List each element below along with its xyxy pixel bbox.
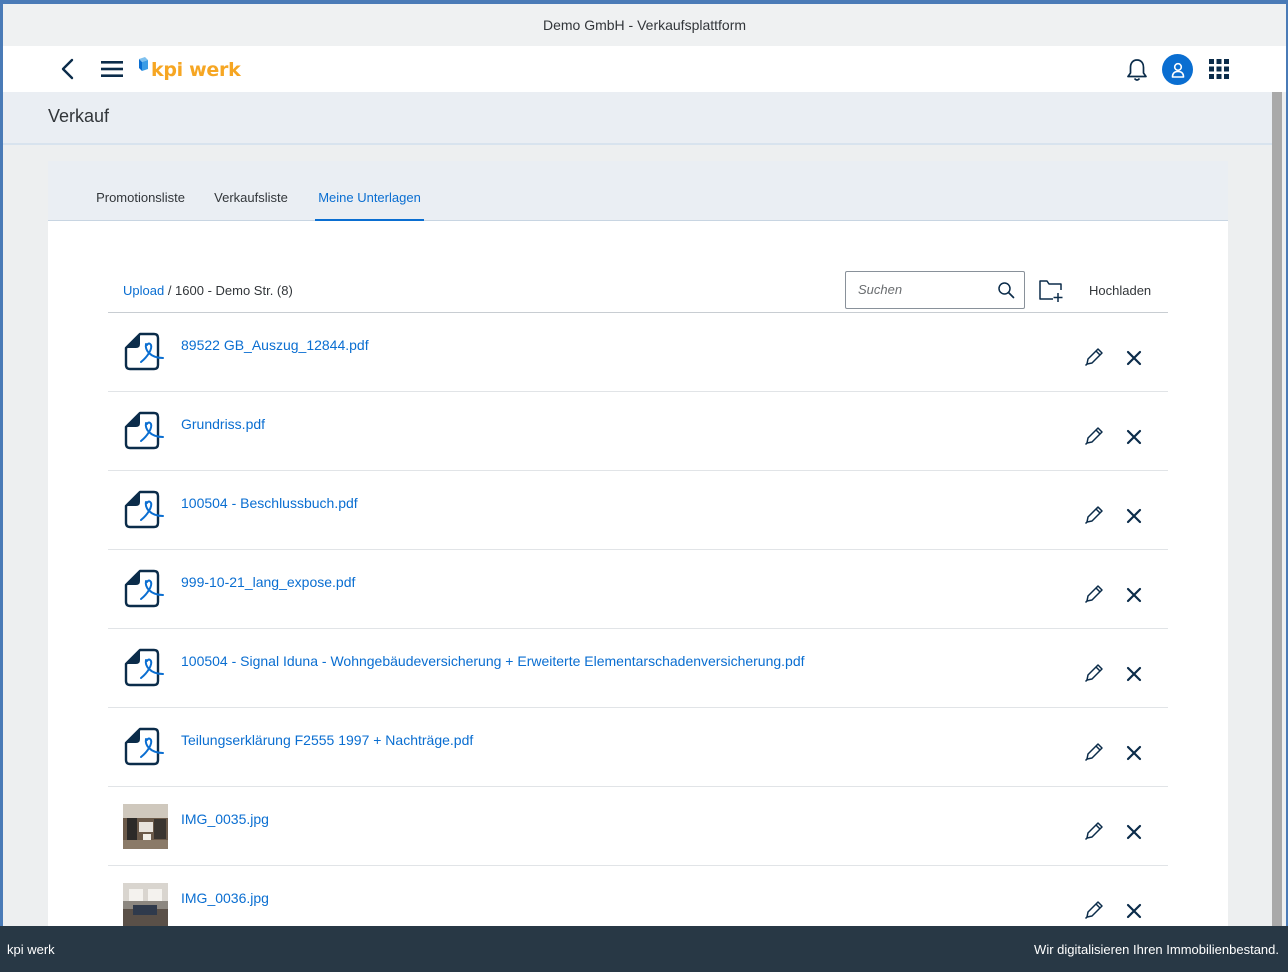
pencil-icon [1084,585,1103,604]
pencil-icon [1084,901,1103,920]
close-icon [1126,587,1142,603]
bell-icon [1127,59,1147,81]
new-folder-button[interactable] [1038,277,1064,303]
pdf-file-icon [123,485,169,531]
close-icon [1126,903,1142,919]
back-button[interactable] [55,56,81,82]
delete-button[interactable] [1124,585,1144,605]
window-titlebar: Demo GmbH - Verkaufsplattform [3,4,1286,46]
tab-verkaufsliste[interactable]: Verkaufsliste [210,161,292,221]
edit-button[interactable] [1083,346,1105,368]
close-icon [1126,745,1142,761]
footer-left-text: kpi werk [7,942,55,957]
search-field[interactable] [845,271,1025,309]
file-row[interactable]: IMG_0035.jpg [108,787,1168,866]
pencil-icon [1084,506,1103,525]
shell-bar: kpi werk [3,46,1286,92]
hamburger-icon [101,61,123,77]
file-row[interactable]: 999-10-21_lang_expose.pdf [108,550,1168,629]
app-grid-icon [1209,59,1229,79]
tab-meine-unterlagen[interactable]: Meine Unterlagen [315,161,424,221]
pencil-icon [1084,743,1103,762]
window-title: Demo GmbH - Verkaufsplattform [542,17,747,33]
window-frame-left [0,0,3,972]
file-name-link[interactable]: IMG_0035.jpg [181,811,269,827]
close-icon [1126,824,1142,840]
delete-button[interactable] [1124,664,1144,684]
page-title: Verkauf [48,106,110,126]
menu-button[interactable] [100,58,124,80]
edit-button[interactable] [1083,820,1105,842]
delete-button[interactable] [1124,743,1144,763]
delete-button[interactable] [1124,506,1144,526]
file-name-link[interactable]: Grundriss.pdf [181,416,265,432]
footer-right-text: Wir digitalisieren Ihren Immobilienbesta… [1034,942,1279,957]
delete-button[interactable] [1124,427,1144,447]
pencil-icon [1084,822,1103,841]
file-name-link[interactable]: IMG_0036.jpg [181,890,269,906]
user-icon [1171,62,1184,78]
delete-button[interactable] [1124,822,1144,842]
close-icon [1126,508,1142,524]
image-thumbnail[interactable] [123,804,168,849]
upload-button[interactable]: Hochladen [1089,283,1151,298]
pdf-file-icon [123,406,169,452]
logo-mark-icon [139,57,148,71]
search-input[interactable] [858,282,988,297]
file-row[interactable]: Teilungserklärung F2555 1997 + Nachträge… [108,708,1168,787]
delete-button[interactable] [1124,901,1144,921]
pdf-file-icon [123,564,169,610]
edit-button[interactable] [1083,504,1105,526]
add-folder-icon [1039,280,1063,302]
file-name-link[interactable]: Teilungserklärung F2555 1997 + Nachträge… [181,732,473,748]
file-name-link[interactable]: 89522 GB_Auszug_12844.pdf [181,337,369,353]
file-row[interactable]: Grundriss.pdf [108,392,1168,471]
breadcrumb-current: 1600 - Demo Str. (8) [175,283,293,298]
file-name-link[interactable]: 999-10-21_lang_expose.pdf [181,574,355,590]
documents-panel: Upload / 1600 - Demo Str. (8) Hochladen … [48,221,1228,926]
pencil-icon [1084,427,1103,446]
page-header: Verkauf [3,92,1272,145]
close-icon [1126,666,1142,682]
pencil-icon [1084,348,1103,367]
breadcrumb-link-upload[interactable]: Upload [123,283,164,298]
pdf-file-icon [123,722,169,768]
edit-button[interactable] [1083,899,1105,921]
vertical-scrollbar[interactable] [1272,92,1282,926]
file-name-link[interactable]: 100504 - Beschlussbuch.pdf [181,495,358,511]
edit-button[interactable] [1083,741,1105,763]
edit-button[interactable] [1083,583,1105,605]
breadcrumb: Upload / 1600 - Demo Str. (8) [123,283,293,298]
notifications-button[interactable] [1126,58,1148,82]
tab-bar: Promotionsliste Verkaufsliste Meine Unte… [48,161,1228,221]
pdf-file-icon [123,327,169,373]
delete-button[interactable] [1124,348,1144,368]
file-row[interactable]: IMG_0036.jpg [108,866,1168,926]
tab-promotionsliste[interactable]: Promotionsliste [90,161,191,221]
user-avatar[interactable] [1162,54,1193,85]
edit-button[interactable] [1083,425,1105,447]
product-switch-button[interactable] [1209,59,1229,79]
breadcrumb-separator: / [164,283,176,298]
edit-button[interactable] [1083,662,1105,684]
file-name-link[interactable]: 100504 - Signal Iduna - Wohngebäudeversi… [181,653,805,669]
search-icon[interactable] [997,281,1015,299]
pencil-icon [1084,664,1103,683]
close-icon [1126,350,1142,366]
file-row[interactable]: 89522 GB_Auszug_12844.pdf [108,313,1168,392]
kpi-werk-logo[interactable]: kpi werk [137,54,241,86]
chevron-left-icon [61,58,74,80]
file-row[interactable]: 100504 - Beschlussbuch.pdf [108,471,1168,550]
logo-text: kpi werk [151,59,241,81]
image-thumbnail[interactable] [123,883,168,926]
close-icon [1126,429,1142,445]
file-row[interactable]: 100504 - Signal Iduna - Wohngebäudeversi… [108,629,1168,708]
pdf-file-icon [123,643,169,689]
footer-bar: kpi werk Wir digitalisieren Ihren Immobi… [0,926,1288,972]
